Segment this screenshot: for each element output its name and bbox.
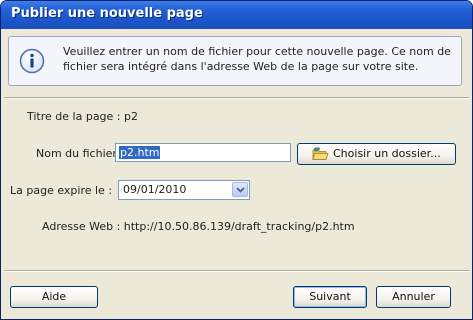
info-icon [19,48,45,74]
chevron-down-icon [236,187,245,193]
window-title: Publier une nouvelle page [11,6,203,21]
expires-value: 09/01/2010 [123,183,187,196]
info-message: Veuillez entrer un nom de fichier pour c… [63,45,451,73]
choose-folder-button[interactable]: Choisir un dossier... [297,143,456,165]
dialog-body: Veuillez entrer un nom de fichier pour c… [4,29,469,316]
publish-page-dialog: Publier une nouvelle page Veuillez entre… [0,0,473,320]
title-bar[interactable]: Publier une nouvelle page [1,1,472,29]
folder-icon [312,147,329,160]
expires-date-picker[interactable]: 09/01/2010 [118,180,250,200]
choose-folder-label: Choisir un dossier... [333,147,441,160]
bottom-divider [4,270,469,272]
info-panel: Veuillez entrer un nom de fichier pour c… [8,36,462,86]
filename-value: p2.htm [119,146,161,159]
dropdown-button[interactable] [232,182,248,197]
help-button[interactable]: Aide [10,286,98,308]
web-address-label: Adresse Web : http://10.50.86.139/draft_… [42,220,355,233]
cancel-button[interactable]: Annuler [376,286,451,308]
expires-label: La page expire le : [10,184,113,197]
filename-label: Nom du fichier : [36,147,125,160]
filename-input[interactable]: p2.htm [115,143,291,162]
top-divider [4,97,469,99]
page-title-label: Titre de la page : p2 [27,110,138,123]
next-button[interactable]: Suivant [293,286,367,308]
